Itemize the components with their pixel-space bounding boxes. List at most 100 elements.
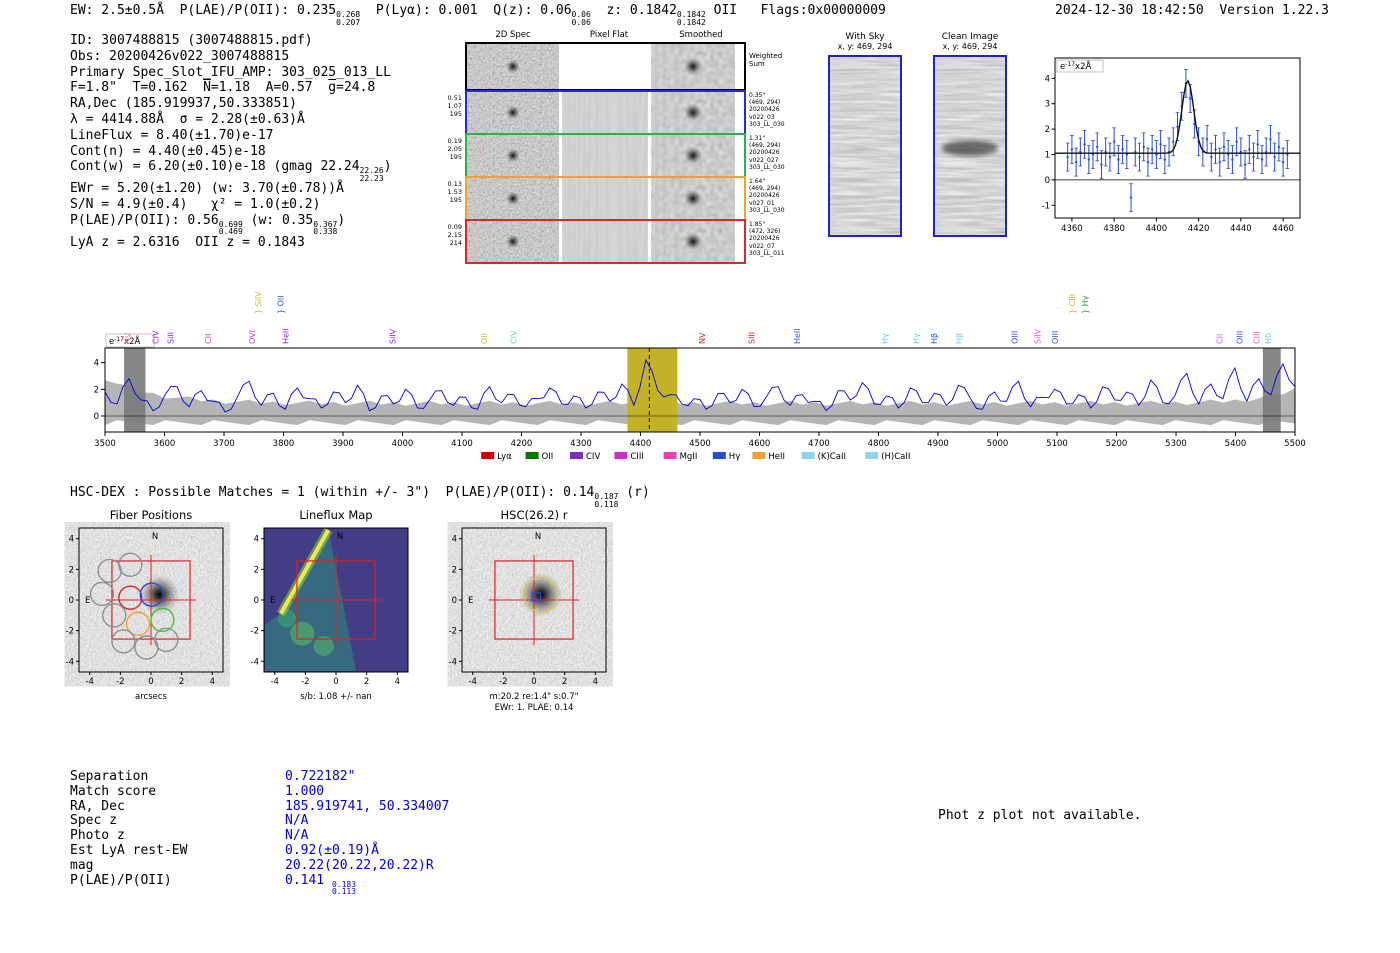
match-row-value: 185.919741, 50.334007 [285,800,449,815]
north-label: N [152,532,158,542]
svg-text:4: 4 [452,535,457,545]
sup-sub-value: 0.1870.118 [594,494,618,507]
legend-swatch [865,452,878,459]
svg-text:0: 0 [69,596,74,606]
clean-image-title: Clean Image [925,32,1015,42]
svg-text:3500: 3500 [94,439,116,449]
svg-text:4: 4 [1045,74,1050,84]
east-label: E [85,596,90,606]
with-sky-image [828,55,902,237]
info-line: RA,Dec (185.919937,50.333851) [70,96,392,112]
north-label: N [337,532,343,542]
full-spectrum-plot: 3500360037003800390040004100420043004400… [60,270,1340,470]
svg-text:3600: 3600 [154,439,176,449]
sup-sub-value: 0.3670.338 [313,222,337,235]
pixel-flat-image [562,178,648,219]
emission-line-label: OVI [248,330,257,344]
smoothed-image [651,178,735,219]
svg-text:-1: -1 [1042,201,1050,211]
zoom-spectrum-plot: 436043804400442044404460-101234e-17x2Å [1020,46,1310,241]
emission-line-label: NV [124,332,133,344]
with-sky-coords: x, y: 469, 294 [820,42,910,51]
svg-text:5300: 5300 [1165,439,1187,449]
lineflux-map-panel: Lineflux Map NE-4-4-2-2002244 s/b: 1.08 … [240,508,415,703]
legend-swatch [614,452,627,459]
svg-text:3900: 3900 [332,439,354,449]
legend-label: CIV [586,452,600,462]
info-block: ID: 3007488815 (3007488815.pdf)Obs: 2020… [70,33,392,251]
emission-line-label: CII [1215,334,1224,344]
sup-sub-value: 22.2622.23 [360,168,384,181]
match-row-value: 0.141 0.1830.113 [285,874,356,895]
info-line: ID: 3007488815 (3007488815.pdf) [70,33,392,49]
svg-text:4200: 4200 [511,439,533,449]
weighted-sum-label: Weighted Sum [749,52,791,68]
emission-line-label: Hγ [880,333,889,344]
svg-text:2: 2 [452,565,457,575]
emission-line-label: HeII [281,328,290,344]
svg-text:-2: -2 [116,677,124,687]
spec2d-row [465,90,746,135]
match-row-value: 0.92(±0.19)Å [285,844,379,859]
svg-text:0: 0 [531,677,536,687]
match-row-value: 20.22(20.22,20.22)R [285,859,434,874]
smoothed-image [651,44,735,89]
svg-text:2: 2 [1045,125,1050,135]
fiber-panel-title: Fiber Positions [55,508,230,522]
fiber-positions-panel: Fiber Positions NE-4-4-2-2002244 arcsecs [55,508,230,703]
hsc-cutout-panel: HSC(26.2) r NE-4-4-2-2002244 m:20.2 re:1… [438,508,613,714]
legend-label: MgII [680,452,698,462]
legend-swatch [713,452,726,459]
match-row: Separation0.722182" [70,770,449,785]
match-row: P(LAE)/P(OII)0.141 0.1830.113 [70,874,449,895]
header-summary: EW: 2.5±0.5Å P(LAE)/P(OII): 0.2350.2680.… [70,3,886,25]
pixel-flat-image [562,135,648,176]
emission-line-label: OIII [1236,331,1245,344]
svg-text:2: 2 [179,677,184,687]
spec2d-row-left-label: 0.092.15214 [438,223,462,247]
match-row: Photo zN/A [70,829,449,844]
emission-line-label: Hδ [1264,333,1273,344]
emission-line-label: } OII [277,295,286,314]
svg-text:-2: -2 [301,677,309,687]
spec2d-col-header: Smoothed [656,30,746,40]
svg-text:4400: 4400 [1146,224,1168,234]
info-line: λ = 4414.88Å σ = 2.28(±0.63)Å [70,112,392,128]
match-row-label: Separation [70,770,285,785]
spec2d-image [467,92,559,133]
svg-text:5400: 5400 [1225,439,1247,449]
emission-line-label: CIV [152,330,161,344]
smoothed-image [651,92,735,133]
emission-line-label: NV [698,332,707,344]
lineflux-panel-xlabel: s/b: 1.08 +/- nan [240,692,415,703]
emission-line-label: SiIV [388,328,397,344]
svg-text:4460: 4460 [1272,224,1294,234]
svg-text:4300: 4300 [570,439,592,449]
svg-text:-4: -4 [85,677,93,687]
svg-text:4700: 4700 [808,439,830,449]
svg-text:4100: 4100 [451,439,473,449]
svg-text:-4: -4 [251,657,259,667]
svg-text:0: 0 [254,596,259,606]
east-label: E [270,596,275,606]
sup-sub-value: 0.18420.1842 [677,12,706,25]
pixel-flat-image [562,44,648,89]
spec2d-image [467,178,559,219]
spec2d-image [467,221,559,262]
spec2d-row-annotation: 1.31"(469, 294)20200426v022_027303_LL_03… [749,135,811,171]
sup-sub-value: 0.2680.207 [336,12,360,25]
svg-text:3: 3 [1045,100,1050,110]
svg-text:5500: 5500 [1284,439,1306,449]
emission-line-label: } CIII [1068,294,1077,314]
info-line: LyA z = 2.6316 OII z = 0.1843 [70,235,392,251]
svg-text:4: 4 [69,535,74,545]
info-line: Cont(w) = 6.20(±0.10)e-18 (gmag 22.2422.… [70,159,392,181]
legend-swatch [570,452,583,459]
svg-text:2: 2 [254,565,259,575]
svg-text:-2: -2 [66,627,74,637]
svg-text:4: 4 [94,359,99,369]
match-row: Match score1.000 [70,785,449,800]
match-row-label: RA, Dec [70,800,285,815]
svg-text:e-17x2Å: e-17x2Å [1060,60,1091,72]
emission-line-label: } SiIV [254,291,263,314]
